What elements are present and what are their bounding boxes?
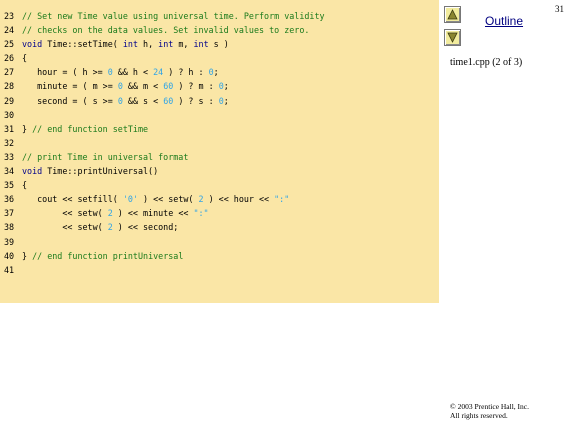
code-line: 23 // Set new Time value using universal … [4, 9, 325, 23]
code-token: ) ? h : [163, 67, 209, 78]
line-number: 35 [4, 180, 15, 191]
code-token: int [122, 39, 138, 50]
code-token: ; [213, 67, 219, 78]
code-token: } [22, 123, 33, 134]
code-line: 40} // end function printUniversal [4, 249, 325, 263]
code-token: ) << hour << [203, 194, 275, 205]
slide-number: 31 [555, 4, 564, 14]
code-token: ; [223, 81, 229, 92]
code-token: '0' [122, 194, 138, 205]
line-number: 33 [4, 151, 15, 162]
line-number: 25 [4, 39, 15, 50]
code-token: minute = ( m >= [22, 81, 118, 92]
next-slide-button[interactable] [444, 29, 461, 46]
code-line: 35 { [4, 178, 325, 192]
code-token: // checks on the data values. Set invali… [22, 25, 310, 36]
line-number: 29 [4, 95, 15, 106]
code-token: second = ( s >= [22, 95, 118, 106]
code-line: 32 [4, 136, 325, 150]
code-line: 39 [4, 235, 325, 249]
code-token: } [22, 250, 33, 261]
triangle-down-icon [447, 32, 458, 43]
code-token: hour = ( h >= [22, 67, 108, 78]
code-token: cout << setfill( [22, 194, 123, 205]
line-number: 32 [4, 137, 15, 148]
code-token: Time::setTime( [42, 39, 123, 50]
line-number: 31 [4, 123, 15, 134]
code-token: ) << minute << [112, 208, 194, 219]
copyright-line: © 2003 Prentice Hall, Inc. [450, 402, 530, 411]
code-line: 34 void Time::printUniversal() [4, 164, 325, 178]
code-token: << setw( [22, 208, 108, 219]
code-token: && m < [122, 81, 164, 92]
code-token: ) << setw( [137, 194, 199, 205]
code-token: // end function setTime [32, 123, 149, 134]
line-number: 41 [4, 264, 15, 275]
line-number: 34 [4, 166, 15, 177]
code-line: 30 [4, 108, 325, 122]
code-token: { [22, 180, 28, 191]
code-token: s ) [208, 39, 229, 50]
code-line: 27 hour = ( h >= 0 && h < 24 ) ? h : 0; [4, 65, 325, 79]
code-token: ) ? s : [173, 95, 219, 106]
line-number: 30 [4, 109, 15, 120]
code-token: // end function printUniversal [32, 250, 184, 261]
code-token: 24 [153, 67, 164, 78]
code-token: ":" [193, 208, 209, 219]
code-line: 36 cout << setfill( '0' ) << setw( 2 ) <… [4, 192, 325, 206]
code-token: int [193, 39, 209, 50]
code-token: << setw( [22, 222, 108, 233]
code-line: 28 minute = ( m >= 0 && m < 60 ) ? m : 0… [4, 79, 325, 93]
code-token: void [22, 39, 43, 50]
code-token: h, [138, 39, 159, 50]
line-number: 39 [4, 236, 15, 247]
line-number: 36 [4, 194, 15, 205]
code-token: ) << second; [112, 222, 179, 233]
code-token: void [22, 166, 43, 177]
code-line: 41 [4, 263, 325, 277]
code-token: 60 [163, 81, 174, 92]
code-token: Time::printUniversal() [42, 166, 159, 177]
line-number: 27 [4, 67, 15, 78]
line-number: 28 [4, 81, 15, 92]
code-line: 33 // print Time in universal format [4, 150, 325, 164]
code-token: { [22, 53, 28, 64]
code-line: 31} // end function setTime [4, 122, 325, 136]
code-line: 24 // checks on the data values. Set inva… [4, 23, 325, 37]
copyright-notice: © 2003 Prentice Hall, Inc. All rights re… [450, 402, 529, 420]
code-panel: 23 // Set new Time value using universal … [0, 0, 439, 303]
code-token: ":" [274, 194, 290, 205]
code-token: // Set new Time value using universal ti… [22, 11, 325, 21]
code-token: // print Time in universal format [22, 151, 189, 162]
code-line: 25 void Time::setTime( int h, int m, int … [4, 37, 325, 51]
line-number: 40 [4, 250, 15, 261]
code-token: ) ? m : [173, 81, 219, 92]
code-token: int [158, 39, 174, 50]
line-number: 24 [4, 25, 15, 36]
code-listing: 23 // Set new Time value using universal … [4, 9, 325, 277]
code-line: 37 << setw( 2 ) << minute << ":" [4, 206, 325, 220]
line-number: 26 [4, 53, 15, 64]
code-token: 60 [163, 95, 174, 106]
outline-link[interactable]: Outline [485, 14, 523, 28]
code-line: 26 { [4, 51, 325, 65]
code-token: ; [223, 95, 229, 106]
code-token: && s < [122, 95, 164, 106]
file-label: time1.cpp (2 of 3) [450, 57, 523, 68]
triangle-up-icon [447, 9, 458, 20]
code-line: 29 second = ( s >= 0 && s < 60 ) ? s : 0… [4, 94, 325, 108]
code-token: && h < [112, 67, 154, 78]
previous-slide-button[interactable] [444, 6, 461, 23]
line-number: 37 [4, 208, 15, 219]
code-line: 38 << setw( 2 ) << second; [4, 220, 325, 234]
line-number: 23 [4, 11, 15, 21]
slide: 23 // Set new Time value using universal … [0, 0, 572, 429]
code-token: m, [173, 39, 194, 50]
line-number: 38 [4, 222, 15, 233]
rights-line: All rights reserved. [450, 411, 508, 420]
